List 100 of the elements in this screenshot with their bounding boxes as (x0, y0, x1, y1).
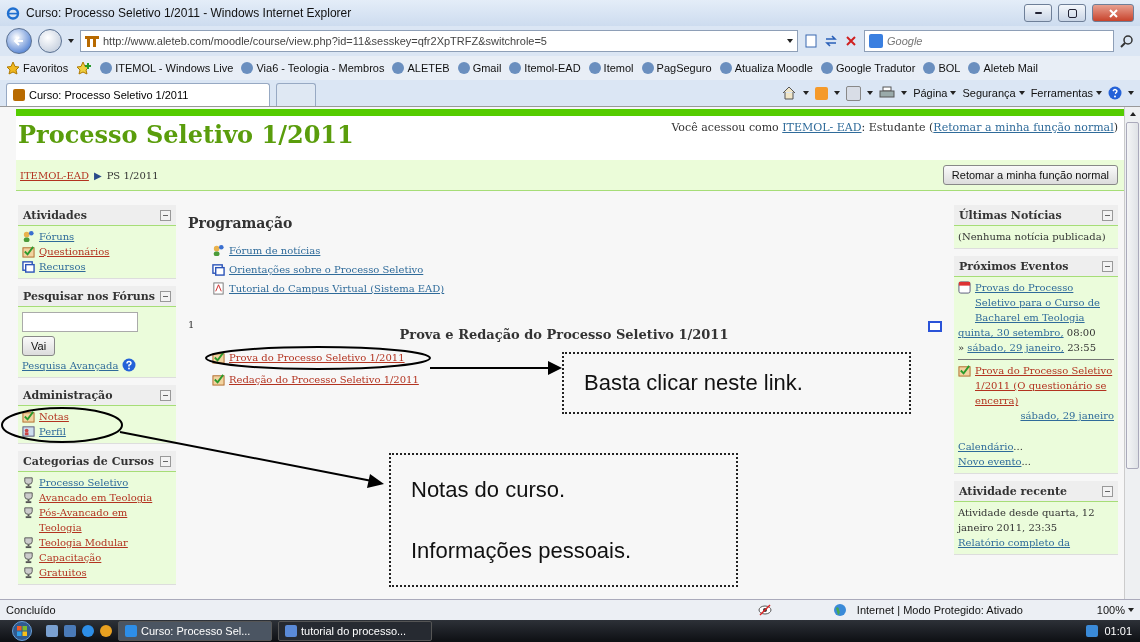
favorite-link[interactable]: Gmail (457, 62, 502, 74)
command-menu[interactable]: Segurança (962, 87, 1025, 99)
date-link[interactable]: sábado, 29 janeiro (1020, 410, 1114, 421)
favorite-link[interactable]: ITEMOL - Windows Live (100, 62, 234, 74)
collapse-icon[interactable] (160, 290, 171, 302)
taskbar-button[interactable]: Curso: Processo Sel... (118, 621, 272, 641)
favorite-link[interactable]: Via6 - Teologia - Membros (241, 62, 385, 74)
globe-icon (832, 603, 847, 617)
window-icon[interactable] (928, 321, 942, 332)
block-title: Administração (23, 388, 113, 402)
search-icon[interactable] (1120, 34, 1134, 48)
help-icon[interactable] (122, 358, 137, 372)
refresh-icon[interactable] (824, 34, 838, 48)
favorite-link[interactable]: BOL (923, 62, 961, 74)
course-link[interactable]: Fóruns (39, 229, 75, 244)
people-icon (212, 244, 225, 257)
people-icon (22, 230, 35, 243)
course-link[interactable]: Avancado em Teologia (39, 490, 153, 505)
go-button[interactable]: Vai (22, 336, 56, 356)
breadcrumb-link[interactable]: ITEMOL-EAD (20, 169, 89, 181)
block-text: Atividade desde quarta, 12 janeiro 2011, 23:35 (958, 506, 1096, 535)
paren-text: ) (1113, 121, 1118, 134)
return-role-link[interactable]: Retomar a minha função normal (933, 121, 1114, 134)
collapse-icon[interactable] (160, 209, 171, 221)
print-icon[interactable] (879, 86, 896, 100)
collapse-icon[interactable] (1102, 485, 1113, 497)
favorite-link[interactable]: ALETEB (392, 62, 450, 74)
course-link[interactable]: Processo Seletivo (39, 475, 129, 490)
event-time: 08:00 (1066, 327, 1096, 338)
favorite-link[interactable]: Itemol-EAD (509, 62, 581, 74)
course-link[interactable]: Prova do Processo Seletivo 1/2011 (229, 350, 405, 366)
report-link[interactable]: Relatório completo da (958, 537, 1071, 548)
status-text: Concluído (6, 604, 57, 616)
browser-circle-icon[interactable] (100, 625, 112, 637)
course-link[interactable]: Notas (39, 409, 69, 424)
event-link[interactable]: Provas do Processo Seletivo para o Curso de Bacharel em Teologia (975, 280, 1114, 325)
quiz-icon (958, 364, 971, 377)
favorite-link[interactable]: Itemol (588, 62, 634, 74)
window-icon (212, 263, 225, 276)
address-field[interactable]: http://www.aleteb.com/moodle/course/view.php?id=11&sesskey=qfr2XpTRFZ&switchrole=5 (80, 30, 798, 52)
date-link[interactable]: quinta, 30 setembro, (958, 327, 1064, 338)
advanced-search-link[interactable]: Pesquisa Avançada (22, 358, 119, 373)
favorite-link[interactable]: Google Tradutor (820, 62, 916, 74)
course-link[interactable]: Gratuitos (39, 565, 87, 580)
back-arrow-icon (13, 35, 25, 47)
collapse-icon[interactable] (1102, 209, 1113, 221)
trophy-icon (22, 566, 35, 579)
privacy-eye-icon[interactable] (756, 603, 773, 617)
home-icon[interactable] (781, 86, 798, 100)
add-favorite-icon[interactable] (76, 61, 93, 75)
course-link[interactable]: Questionários (39, 244, 110, 259)
zoom-menu[interactable]: 100% (1096, 604, 1134, 616)
course-link[interactable]: Redação do Processo Seletivo 1/2011 (229, 372, 419, 388)
browser-tab[interactable]: Curso: Processo Seletivo 1/2011 (6, 83, 270, 106)
command-menu[interactable]: Ferramentas (1030, 87, 1102, 99)
search-field[interactable]: Google (864, 30, 1114, 52)
calendar-icon (958, 281, 971, 294)
help-icon[interactable] (1108, 86, 1122, 100)
course-link[interactable]: Teologia Modular (39, 535, 128, 550)
caret-icon[interactable] (68, 39, 74, 43)
favorite-link[interactable]: PagSeguro (641, 62, 712, 74)
back-button[interactable] (6, 28, 32, 54)
course-link[interactable]: Tutorial do Campus Virtual (Sistema EAD) (229, 281, 445, 297)
course-link[interactable]: Orientações sobre o Processo Seletivo (229, 262, 424, 278)
favorites-button[interactable]: Favoritos (6, 61, 69, 75)
event-time: 23:55 (1067, 342, 1097, 353)
trophy-icon (22, 506, 35, 519)
search-field[interactable] (22, 312, 138, 332)
zone-text: Internet | Modo Protegido: Ativado (856, 604, 1024, 616)
scrollbar[interactable] (1124, 107, 1140, 599)
course-link[interactable]: Capacitação (39, 550, 102, 565)
minimize-button[interactable] (1024, 4, 1052, 22)
profile-card-icon (22, 425, 35, 438)
pdf-file-icon (212, 282, 225, 295)
forward-button[interactable] (38, 29, 62, 53)
window-title: Curso: Processo Seletivo 1/2011 - Windows Internet Explorer (26, 6, 353, 20)
breadcrumb-separator: ▶ (93, 169, 102, 181)
course-link[interactable]: Recursos (39, 259, 86, 274)
block-title: Categorias de Cursos (23, 454, 154, 468)
event-link[interactable]: Prova do Processo Seletivo 1/2011 (O questionário se encerra) (975, 363, 1114, 408)
calendar-link[interactable]: Calendário (958, 441, 1014, 452)
course-link[interactable]: Fórum de notícias (229, 243, 321, 259)
collapse-icon[interactable] (160, 389, 171, 401)
taskbar-button[interactable]: tutorial do processo... (278, 621, 432, 641)
collapse-icon[interactable] (1102, 260, 1113, 272)
calendar-link[interactable]: Novo evento (958, 456, 1022, 467)
maximize-button[interactable] (1058, 4, 1086, 22)
user-link[interactable]: ITEMOL- EAD (782, 121, 862, 134)
course-link[interactable]: Perfil (39, 424, 66, 439)
collapse-icon[interactable] (160, 455, 171, 467)
favorite-link[interactable]: Aleteb Mail (968, 62, 1038, 74)
course-link[interactable]: Pós-Avancado em Teologia (39, 505, 172, 535)
callout-text: Notas do curso. (411, 476, 567, 503)
return-role-button[interactable]: Retomar a minha função normal (942, 165, 1118, 185)
quiz-icon (22, 245, 35, 258)
command-menu[interactable]: Página (913, 87, 957, 99)
close-button[interactable] (1092, 4, 1134, 22)
date-link[interactable]: sábado, 29 janeiro, (967, 342, 1065, 353)
stop-icon[interactable] (844, 34, 858, 48)
favorite-link[interactable]: Atualiza Moodle (719, 62, 813, 74)
